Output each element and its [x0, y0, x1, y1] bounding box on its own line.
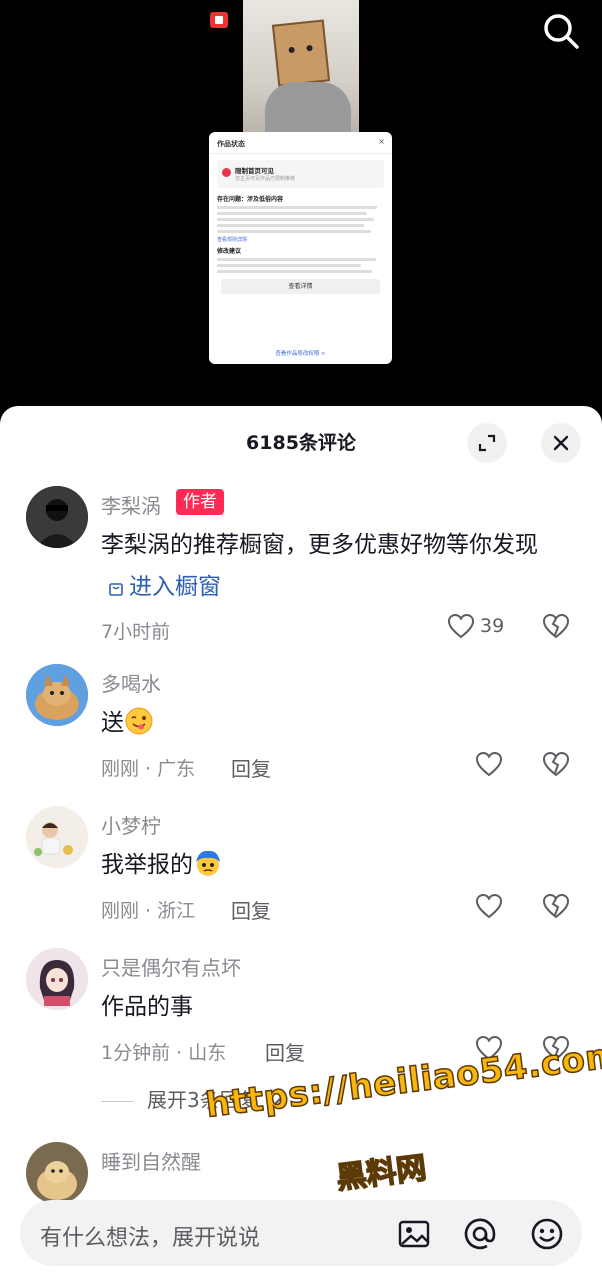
reply-button[interactable]: 回复 [231, 895, 271, 924]
reply-divider [101, 1101, 133, 1102]
comment-time: 刚刚 · 浙江 [101, 900, 196, 922]
broken-heart-icon[interactable] [542, 613, 570, 639]
notice-advice-heading: 修改建议 [217, 248, 242, 255]
comment-body: 李梨涡的推荐橱窗，更多优惠好物等你发现 [101, 532, 538, 558]
broken-heart-icon[interactable] [542, 893, 570, 919]
avatar[interactable] [26, 664, 88, 726]
avatar[interactable] [26, 1142, 88, 1204]
video-area[interactable]: 作品状态 × 限制首页可见 仅主页可见作品已限制推荐 存在问题：涉及低俗内容 查… [0, 0, 602, 420]
shop-window-link[interactable]: 进入橱窗 [101, 574, 221, 600]
video-frame-image [243, 0, 359, 135]
notice-close-icon: × [378, 137, 385, 146]
notice-status-box: 限制首页可见 仅主页可见作品已限制推荐 [217, 160, 384, 188]
work-status-notice: 作品状态 × 限制首页可见 仅主页可见作品已限制推荐 存在问题：涉及低俗内容 查… [209, 132, 392, 364]
live-badge-icon [210, 12, 228, 28]
comment-panel: 6185条评论 李梨涡 作者 李梨涡的推荐橱窗，更多优惠好物等你发现 进入橱窗 … [0, 406, 602, 1280]
comment-text: 作品的事 [101, 994, 193, 1020]
comment-body: 送 [101, 710, 124, 736]
close-icon [553, 435, 569, 451]
notice-advice-section: 修改建议 [217, 246, 384, 273]
image-icon[interactable] [397, 1217, 431, 1251]
comment-text: 送 [101, 702, 571, 744]
comment-input-bar[interactable]: 有什么想法，展开说说 [20, 1200, 582, 1266]
comment-text: 李梨涡的推荐橱窗，更多优惠好物等你发现 进入橱窗 [101, 524, 571, 608]
notice-detail-button: 查看详情 [221, 279, 380, 294]
broken-heart-icon[interactable] [542, 751, 570, 777]
reply-button[interactable]: 回复 [265, 1037, 305, 1066]
reply-button[interactable]: 回复 [231, 753, 271, 782]
avatar[interactable] [26, 948, 88, 1010]
warning-icon [222, 168, 231, 177]
person-body [265, 82, 351, 135]
comment-author-name[interactable]: 睡到自然醒 [101, 1146, 201, 1175]
comment-author-name[interactable]: 小梦柠 [101, 810, 161, 839]
comment-time: 1分钟前 · 山东 [101, 1042, 227, 1064]
notice-status-title: 限制首页可见 [235, 167, 274, 175]
heart-icon[interactable] [475, 893, 503, 919]
shop-window-label: 进入橱窗 [129, 574, 221, 600]
paper-bag-mask [271, 19, 331, 87]
bag-icon [109, 582, 123, 596]
avatar[interactable] [26, 806, 88, 868]
emoji-icon[interactable] [530, 1217, 564, 1251]
notice-problem-section: 存在问题：涉及低俗内容 查看规则详情 [217, 194, 384, 243]
notice-problem-heading: 存在问题：涉及低俗内容 [217, 196, 284, 203]
notice-title: 作品状态 [217, 140, 245, 148]
expand-icon [478, 434, 496, 452]
comment-author-name[interactable]: 多喝水 [101, 668, 161, 697]
comment-input-placeholder[interactable]: 有什么想法，展开说说 [40, 1220, 260, 1252]
notice-detail-link: 查看规则详情 [217, 237, 248, 243]
comment-time: 7小时前 [101, 621, 171, 643]
mention-icon[interactable] [463, 1217, 497, 1251]
comment-body: 我举报的 [101, 852, 193, 878]
heart-icon[interactable] [475, 751, 503, 777]
close-button[interactable] [541, 423, 581, 463]
comment-text: 我举报的 [101, 844, 571, 886]
blue-hair-face-emoji-icon [196, 850, 220, 876]
expand-button[interactable] [467, 423, 507, 463]
comment-author-name[interactable]: 只是偶尔有点坏 [101, 952, 241, 981]
author-badge: 作者 [176, 489, 224, 515]
wink-tongue-emoji-icon [125, 707, 153, 734]
comment-author-name[interactable]: 李梨涡 [101, 490, 161, 519]
comment-time: 刚刚 · 广东 [101, 758, 196, 780]
search-icon[interactable] [540, 10, 582, 52]
like-count: 39 [480, 615, 505, 637]
avatar[interactable] [26, 486, 88, 548]
heart-icon[interactable] [447, 613, 475, 639]
comment-count-title: 6185条评论 [246, 432, 356, 454]
notice-footer-link: 查看作品修改权限 > [275, 351, 326, 357]
notice-status-sub: 仅主页可见作品已限制推荐 [235, 176, 296, 182]
